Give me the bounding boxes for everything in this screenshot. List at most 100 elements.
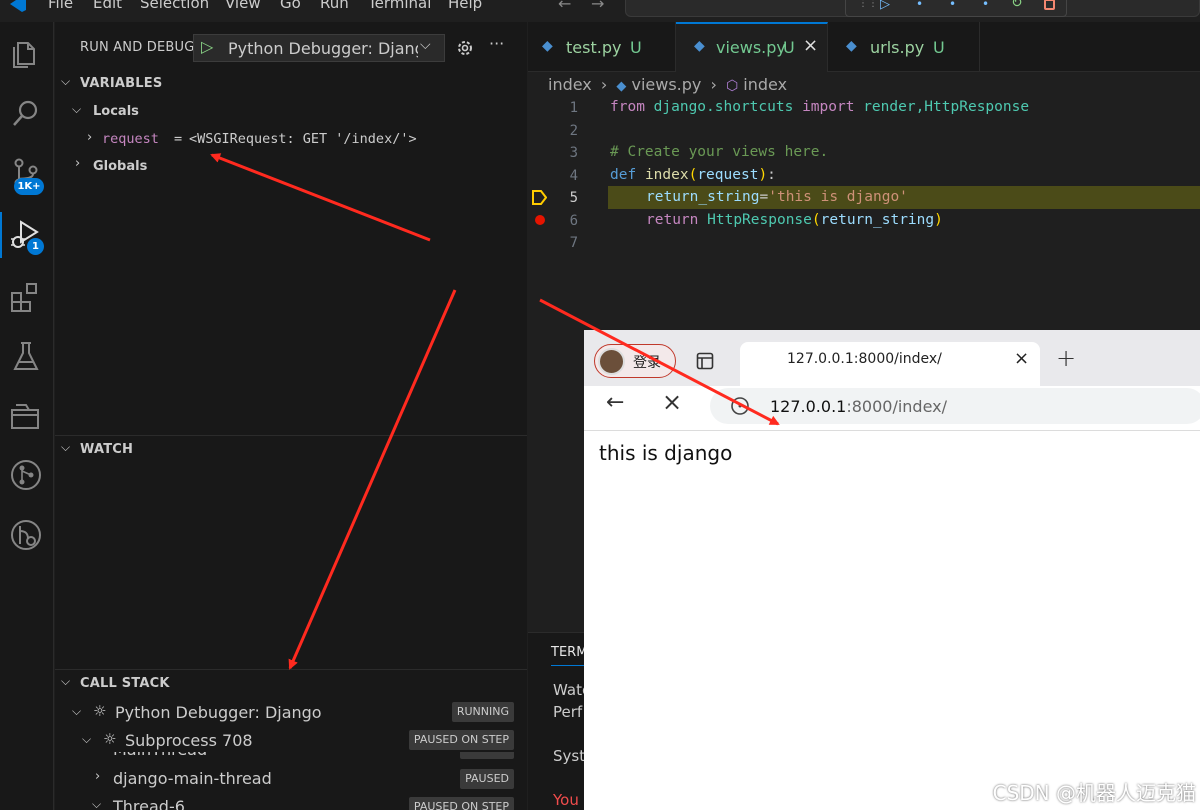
status-badge: PAUSED ON STEP	[408, 730, 514, 750]
step-into-icon[interactable]: •	[949, 0, 956, 11]
tab-actions-icon[interactable]	[696, 352, 714, 370]
call-stack-item[interactable]: › django-main-thread PAUSED	[55, 766, 527, 792]
code-line: def index(request):	[610, 167, 776, 183]
call-stack-label: Python Debugger: Django	[115, 703, 322, 722]
chevron-down-icon: ⌵	[72, 704, 82, 718]
extensions-icon[interactable]	[9, 280, 43, 314]
menu-selection[interactable]: Selection	[140, 0, 209, 12]
remote-explorer-icon[interactable]	[9, 400, 43, 434]
terminal-panel[interactable]: TERM Watc Perf Syst You	[528, 632, 588, 810]
tab-test-py[interactable]: ◆ test.py U	[528, 22, 676, 72]
function-name: index	[644, 167, 689, 183]
active-indicator	[0, 212, 2, 258]
call-stack-item[interactable]: ⌵ Thread-6 PAUSED ON STEP	[55, 794, 527, 810]
menu-terminal[interactable]: Terminal	[368, 0, 431, 12]
search-icon[interactable]	[9, 96, 43, 130]
call-stack-item[interactable]: ⌵ ☼ Python Debugger: Django RUNNING	[55, 700, 527, 728]
url-host: 127.0.0.1	[770, 397, 847, 416]
python-file-icon: ◆	[694, 38, 705, 54]
browser-tab-active[interactable]: 127.0.0.1:8000/index/ ×	[740, 342, 1040, 388]
argument: return_string	[820, 212, 935, 228]
watch-chevron-icon[interactable]: ⌵	[61, 440, 70, 455]
breadcrumb: index › ◆ views.py › ⬡ index	[548, 75, 787, 97]
new-tab-icon[interactable]: +	[1056, 344, 1076, 372]
git-graph-icon[interactable]	[9, 458, 43, 492]
timeline-icon[interactable]	[9, 518, 43, 552]
tab-urls-py[interactable]: ◆ urls.py U	[828, 22, 980, 72]
close-tab-icon[interactable]: ×	[1014, 348, 1029, 369]
step-out-icon[interactable]: •	[982, 0, 989, 11]
source-control-badge: 1K+	[14, 178, 44, 195]
back-arrow-icon[interactable]: ←	[606, 390, 624, 415]
tab-underline	[551, 665, 588, 666]
chevron-down-icon: ⌵	[82, 732, 92, 746]
variables-title[interactable]: VARIABLES	[80, 76, 162, 91]
line-number: 7	[569, 235, 578, 251]
testing-icon[interactable]	[9, 340, 43, 374]
locals-scope[interactable]: Locals	[93, 104, 139, 119]
breadcrumb-file[interactable]: views.py	[631, 75, 701, 94]
profile-button[interactable]: 登录	[594, 344, 676, 378]
debug-config-label: Python Debugger: Django	[228, 39, 418, 58]
terminal-line: Perf	[553, 703, 583, 721]
variables-chevron-icon[interactable]: ⌵	[61, 74, 70, 89]
menu-edit[interactable]: Edit	[93, 0, 122, 12]
step-over-icon[interactable]: •	[916, 0, 923, 11]
keyword: return	[646, 212, 699, 228]
menu-run[interactable]: Run	[320, 0, 349, 12]
call-stack-title[interactable]: CALL STACK	[80, 676, 170, 691]
vscode-logo-icon	[10, 0, 26, 12]
more-actions-icon[interactable]: ···	[489, 34, 504, 53]
code-line: return HttpResponse(return_string)	[646, 212, 943, 228]
untracked-badge: U	[630, 38, 642, 57]
class-name: HttpResponse	[707, 212, 812, 228]
watch-title[interactable]: WATCH	[80, 442, 133, 457]
call-stack-item[interactable]: ⌵ ☼ Subprocess 708 PAUSED ON STEP	[55, 728, 527, 752]
globals-expand-icon[interactable]: ›	[75, 156, 80, 171]
close-icon[interactable]: ×	[803, 35, 818, 56]
status-badge: PAUSED	[460, 769, 514, 789]
restart-icon[interactable]: ↻	[1011, 0, 1023, 11]
info-icon[interactable]	[730, 396, 750, 416]
activity-bar: 1K+ 1	[0, 22, 54, 810]
variable-request[interactable]: › request = <WSGIRequest: GET '/index/'>	[87, 128, 487, 150]
request-expand-icon[interactable]: ›	[87, 130, 92, 145]
stop-loading-icon[interactable]: ×	[662, 388, 682, 416]
tab-views-py[interactable]: ◆ views.py U ×	[676, 22, 828, 73]
gear-icon[interactable]	[455, 38, 475, 58]
menu-view[interactable]: View	[225, 0, 261, 12]
line-number: 2	[569, 123, 578, 139]
keyword: def	[610, 167, 637, 183]
menu-file[interactable]: File	[48, 0, 73, 12]
method-icon: ⬡	[725, 78, 739, 94]
forward-arrow-icon[interactable]: →	[591, 0, 604, 13]
tab-terminal[interactable]: TERM	[551, 645, 587, 660]
untracked-badge: U	[783, 38, 795, 57]
sidebar-header: RUN AND DEBUG	[80, 40, 195, 55]
variable-name: request	[102, 131, 159, 147]
breadcrumb-symbol[interactable]: index	[743, 75, 787, 94]
breadcrumb-separator-icon: ›	[710, 75, 717, 94]
browser-tab-title: 127.0.0.1:8000/index/	[787, 351, 942, 367]
address-bar[interactable]: 127.0.0.1:8000/index/	[710, 388, 1200, 424]
drag-handle-icon[interactable]: ⋮⋮	[858, 0, 878, 9]
chevron-down-icon: ⌵	[92, 797, 102, 810]
menu-help[interactable]: Help	[448, 0, 482, 12]
globals-scope[interactable]: Globals	[93, 159, 147, 174]
start-debugging-icon[interactable]: ▷	[201, 37, 213, 56]
back-arrow-icon[interactable]: ←	[558, 0, 571, 13]
avatar	[598, 348, 625, 375]
locals-chevron-icon[interactable]: ⌵	[72, 102, 81, 117]
keyword: from	[610, 99, 645, 115]
untracked-badge: U	[933, 38, 945, 57]
breadcrumb-folder[interactable]: index	[548, 75, 592, 94]
page-text: this is django	[599, 441, 733, 465]
call-stack-chevron-icon[interactable]: ⌵	[61, 674, 70, 689]
line-number: 6	[569, 213, 578, 229]
continue-icon[interactable]: ▷	[880, 0, 890, 12]
explorer-icon[interactable]	[9, 36, 43, 70]
divider	[55, 669, 527, 670]
debug-config-select[interactable]: ▷ Python Debugger: Django ⌵	[193, 34, 445, 62]
stop-icon[interactable]	[1044, 0, 1055, 10]
menu-go[interactable]: Go	[280, 0, 301, 12]
